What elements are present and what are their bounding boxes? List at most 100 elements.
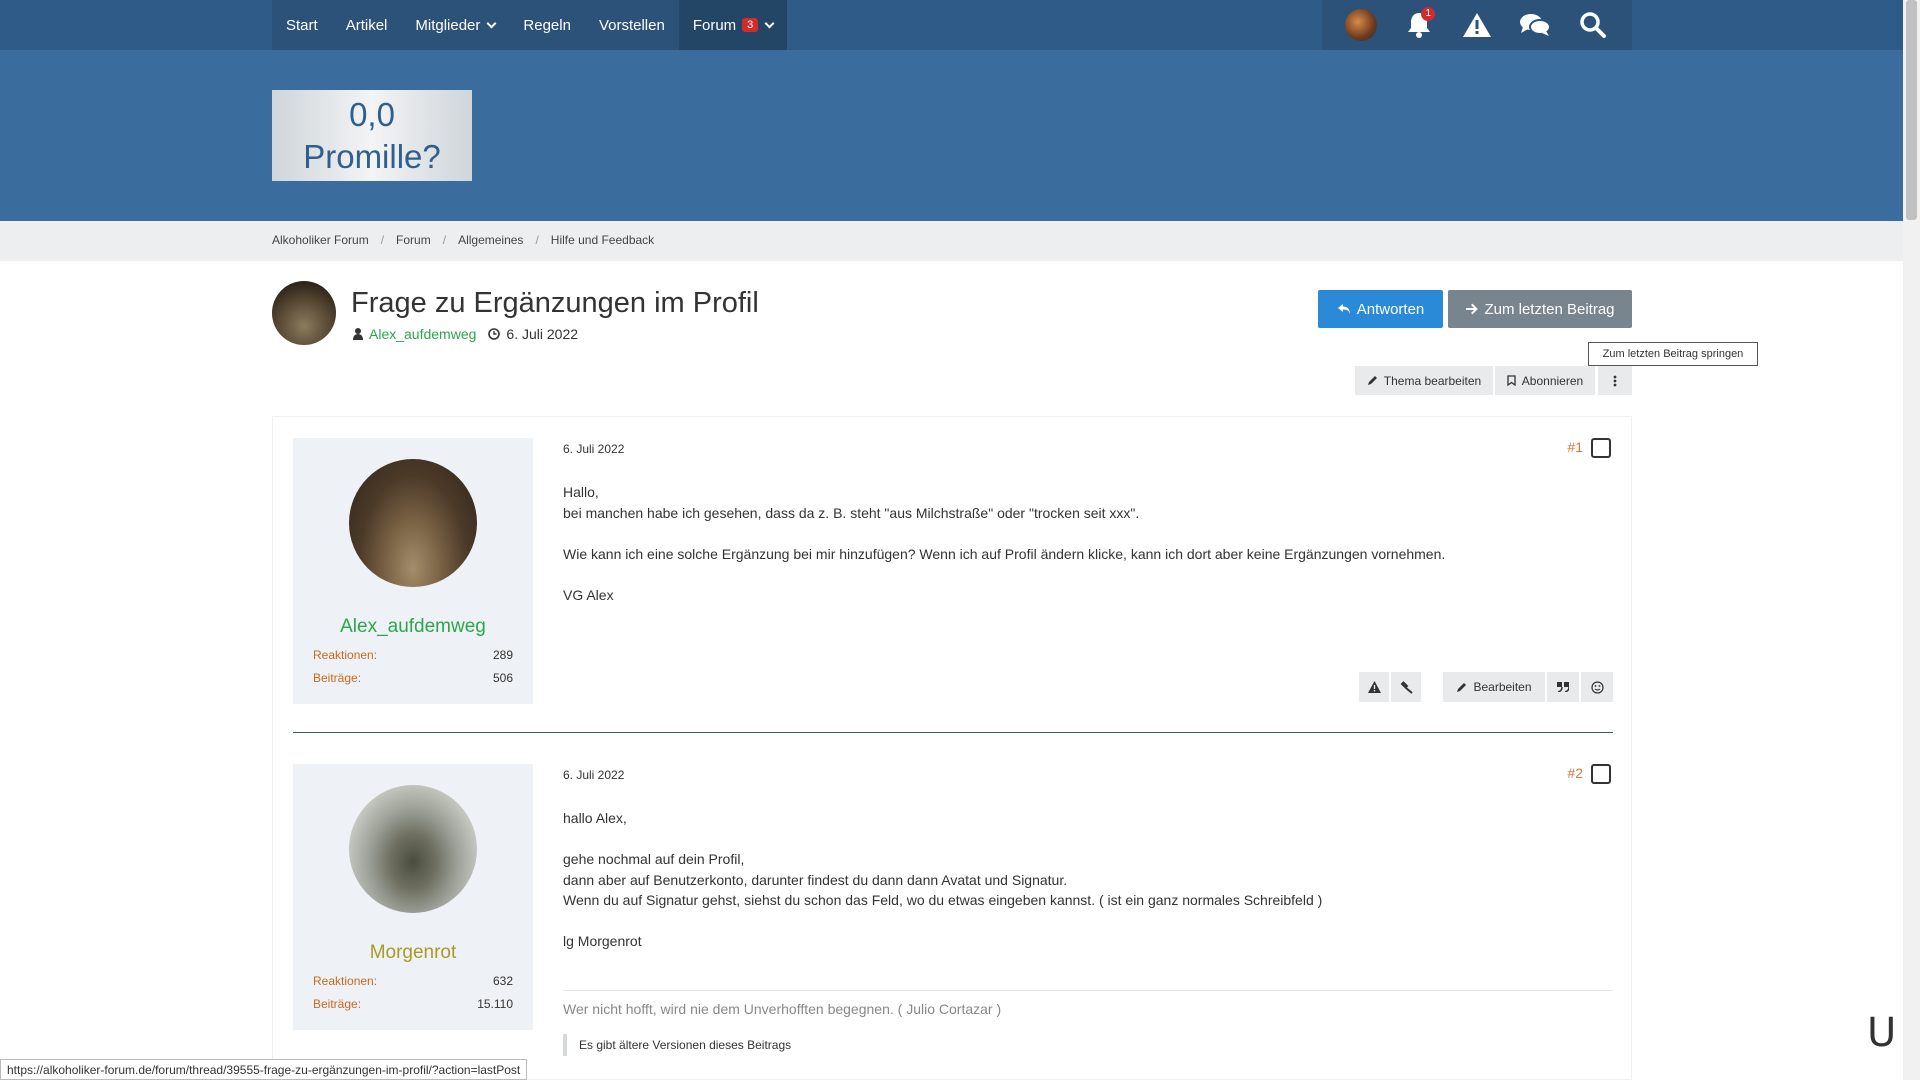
post-text: bei manchen habe ich gesehen, dass da z.…: [563, 504, 1140, 521]
notification-count-badge: 1: [1421, 7, 1435, 21]
thread-author-link[interactable]: Alex_aufdemweg: [369, 326, 476, 342]
page-title: Frage zu Ergänzungen im Profil: [351, 287, 759, 319]
logo-line-1: 0,0: [349, 95, 395, 133]
post: Alex_aufdemweg Reaktionen: 289 Beiträge: 5…: [293, 438, 1613, 738]
breadcrumb-item[interactable]: Alkoholiker Forum: [272, 233, 369, 247]
post-text: gehe nochmal auf dein Profil,: [563, 851, 745, 867]
thread-date: 6. Juli 2022: [506, 326, 579, 342]
breadcrumb-item[interactable]: Allgemeines: [458, 233, 523, 247]
nav-item-artikel[interactable]: Artikel: [332, 0, 402, 50]
nav-label: Regeln: [523, 16, 571, 34]
warning-icon: [1367, 681, 1381, 693]
breadcrumb-bar: Alkoholiker Forum / Forum / Allgemeines / H…: [0, 221, 1920, 261]
pencil-icon: [1457, 682, 1467, 692]
post-signature: Wer nicht hofft, wird nie dem Unverhofft…: [563, 990, 1613, 1017]
post-text: lg Morgenrot: [563, 933, 642, 949]
user-avatar-button[interactable]: [1341, 5, 1381, 45]
post-author-name[interactable]: Morgenrot: [293, 942, 533, 964]
nav-label: Mitglieder: [415, 16, 481, 34]
breadcrumb-item[interactable]: Forum: [396, 233, 431, 247]
avatar[interactable]: [349, 785, 477, 913]
post: Morgenrot Reaktionen: 632 Beiträge: 15.110…: [293, 764, 1613, 1084]
site-logo[interactable]: 0,0 Promille?: [272, 90, 472, 181]
posts-count: 506: [492, 671, 513, 685]
edit-thread-button[interactable]: Thema bearbeiten: [1355, 366, 1493, 395]
nav-item-regeln[interactable]: Regeln: [509, 0, 585, 50]
gavel-icon: [1400, 680, 1413, 694]
text-cursor-icon: U: [1867, 1010, 1897, 1056]
post-text: Hallo,: [563, 484, 599, 500]
breadcrumb-separator: /: [535, 233, 539, 247]
post-text: hallo Alex,: [563, 810, 627, 826]
more-options-button[interactable]: [1598, 366, 1632, 395]
logo-line-2: Promille?: [303, 137, 441, 175]
post-body: hallo Alex, gehe nochmal auf dein Profil…: [563, 808, 1603, 952]
post-author-sidebar: Morgenrot Reaktionen: 632 Beiträge: 15.110: [293, 764, 533, 1030]
warning-icon: [1463, 13, 1491, 37]
post-select-checkbox[interactable]: [1591, 764, 1611, 784]
clock-icon: [488, 328, 501, 340]
reactions-row: Reaktionen: 632: [313, 974, 513, 988]
posts-row: Beiträge: 506: [313, 671, 513, 685]
reply-button[interactable]: Antworten: [1318, 290, 1443, 328]
reactions-label: Reaktionen:: [313, 648, 378, 662]
quote-icon: [1557, 682, 1569, 692]
posts-label: Beiträge:: [313, 997, 362, 1011]
thread-content: Alex_aufdemweg Reaktionen: 289 Beiträge: 5…: [272, 416, 1632, 1080]
post-author-name[interactable]: Alex_aufdemweg: [293, 616, 533, 638]
breadcrumb-separator: /: [442, 233, 447, 247]
post-date[interactable]: 6. Juli 2022: [563, 768, 624, 782]
subscribe-button[interactable]: Abonnieren: [1495, 366, 1595, 395]
report-button[interactable]: [1359, 672, 1389, 702]
tooltip: Zum letzten Beitrag springen: [1588, 342, 1758, 366]
search-button[interactable]: [1573, 5, 1613, 45]
conversations-button[interactable]: [1515, 5, 1555, 45]
reactions-count: 289: [492, 648, 513, 662]
post-text: Wenn du auf Signatur gehst, siehst du sc…: [563, 892, 1323, 908]
notifications-button[interactable]: 1: [1399, 5, 1439, 45]
reactions-row: Reaktionen: 289: [313, 648, 513, 662]
posts-row: Beiträge: 15.110: [313, 997, 513, 1011]
reactions-label: Reaktionen:: [313, 974, 378, 988]
avatar[interactable]: [349, 459, 477, 587]
forum-unread-badge: 3: [742, 18, 759, 32]
last-post-button-label: Zum letzten Beitrag: [1484, 300, 1615, 318]
post-permalink[interactable]: #1: [1567, 439, 1583, 455]
nav-label: Artikel: [345, 16, 388, 34]
post-permalink[interactable]: #2: [1567, 765, 1583, 781]
nav-item-mitglieder[interactable]: Mitglieder: [401, 0, 509, 50]
thread-meta: Alex_aufdemweg 6. Juli 2022: [353, 326, 578, 342]
quote-button[interactable]: [1547, 672, 1579, 702]
avatar: [1345, 9, 1377, 41]
nav-item-start[interactable]: Start: [272, 0, 332, 50]
nav-label: Forum: [692, 16, 737, 34]
thread-author-avatar[interactable]: [272, 281, 336, 345]
edit-label: Bearbeiten: [1473, 680, 1532, 694]
browser-status-url: https://alkoholiker-forum.de/forum/threa…: [0, 1059, 528, 1080]
main-nav: Start Artikel Mitglieder Regeln Vorstell…: [272, 0, 788, 50]
moderate-button[interactable]: [1391, 672, 1421, 702]
post-body: Hallo, bei manchen habe ich gesehen, das…: [563, 482, 1603, 605]
breadcrumb-item[interactable]: Hilfe und Feedback: [551, 233, 654, 247]
breadcrumb: Alkoholiker Forum / Forum / Allgemeines / H…: [272, 233, 654, 247]
nav-item-vorstellen[interactable]: Vorstellen: [585, 0, 679, 50]
edit-history-note[interactable]: Es gibt ältere Versionen dieses Beitrags: [563, 1034, 803, 1056]
post-date[interactable]: 6. Juli 2022: [563, 442, 624, 456]
post-select-checkbox[interactable]: [1591, 438, 1611, 458]
post-divider: [293, 732, 1613, 733]
last-post-button[interactable]: Zum letzten Beitrag: [1448, 290, 1632, 328]
nav-item-forum[interactable]: Forum 3: [678, 0, 788, 50]
nav-label: Vorstellen: [598, 16, 665, 34]
pencil-icon: [1367, 376, 1377, 385]
smiley-icon: [1590, 680, 1604, 694]
scrollbar-thumb[interactable]: [1906, 0, 1917, 220]
edit-post-button[interactable]: Bearbeiten: [1443, 672, 1545, 702]
edit-thread-label: Thema bearbeiten: [1383, 373, 1482, 388]
moderation-button[interactable]: [1457, 5, 1497, 45]
chat-bubbles-icon: [1520, 14, 1551, 36]
reply-icon: [1337, 304, 1350, 314]
posts-count: 15.110: [477, 997, 513, 1011]
posts-label: Beiträge:: [313, 671, 362, 685]
subscribe-label: Abonnieren: [1521, 373, 1584, 388]
react-button[interactable]: [1581, 672, 1613, 702]
